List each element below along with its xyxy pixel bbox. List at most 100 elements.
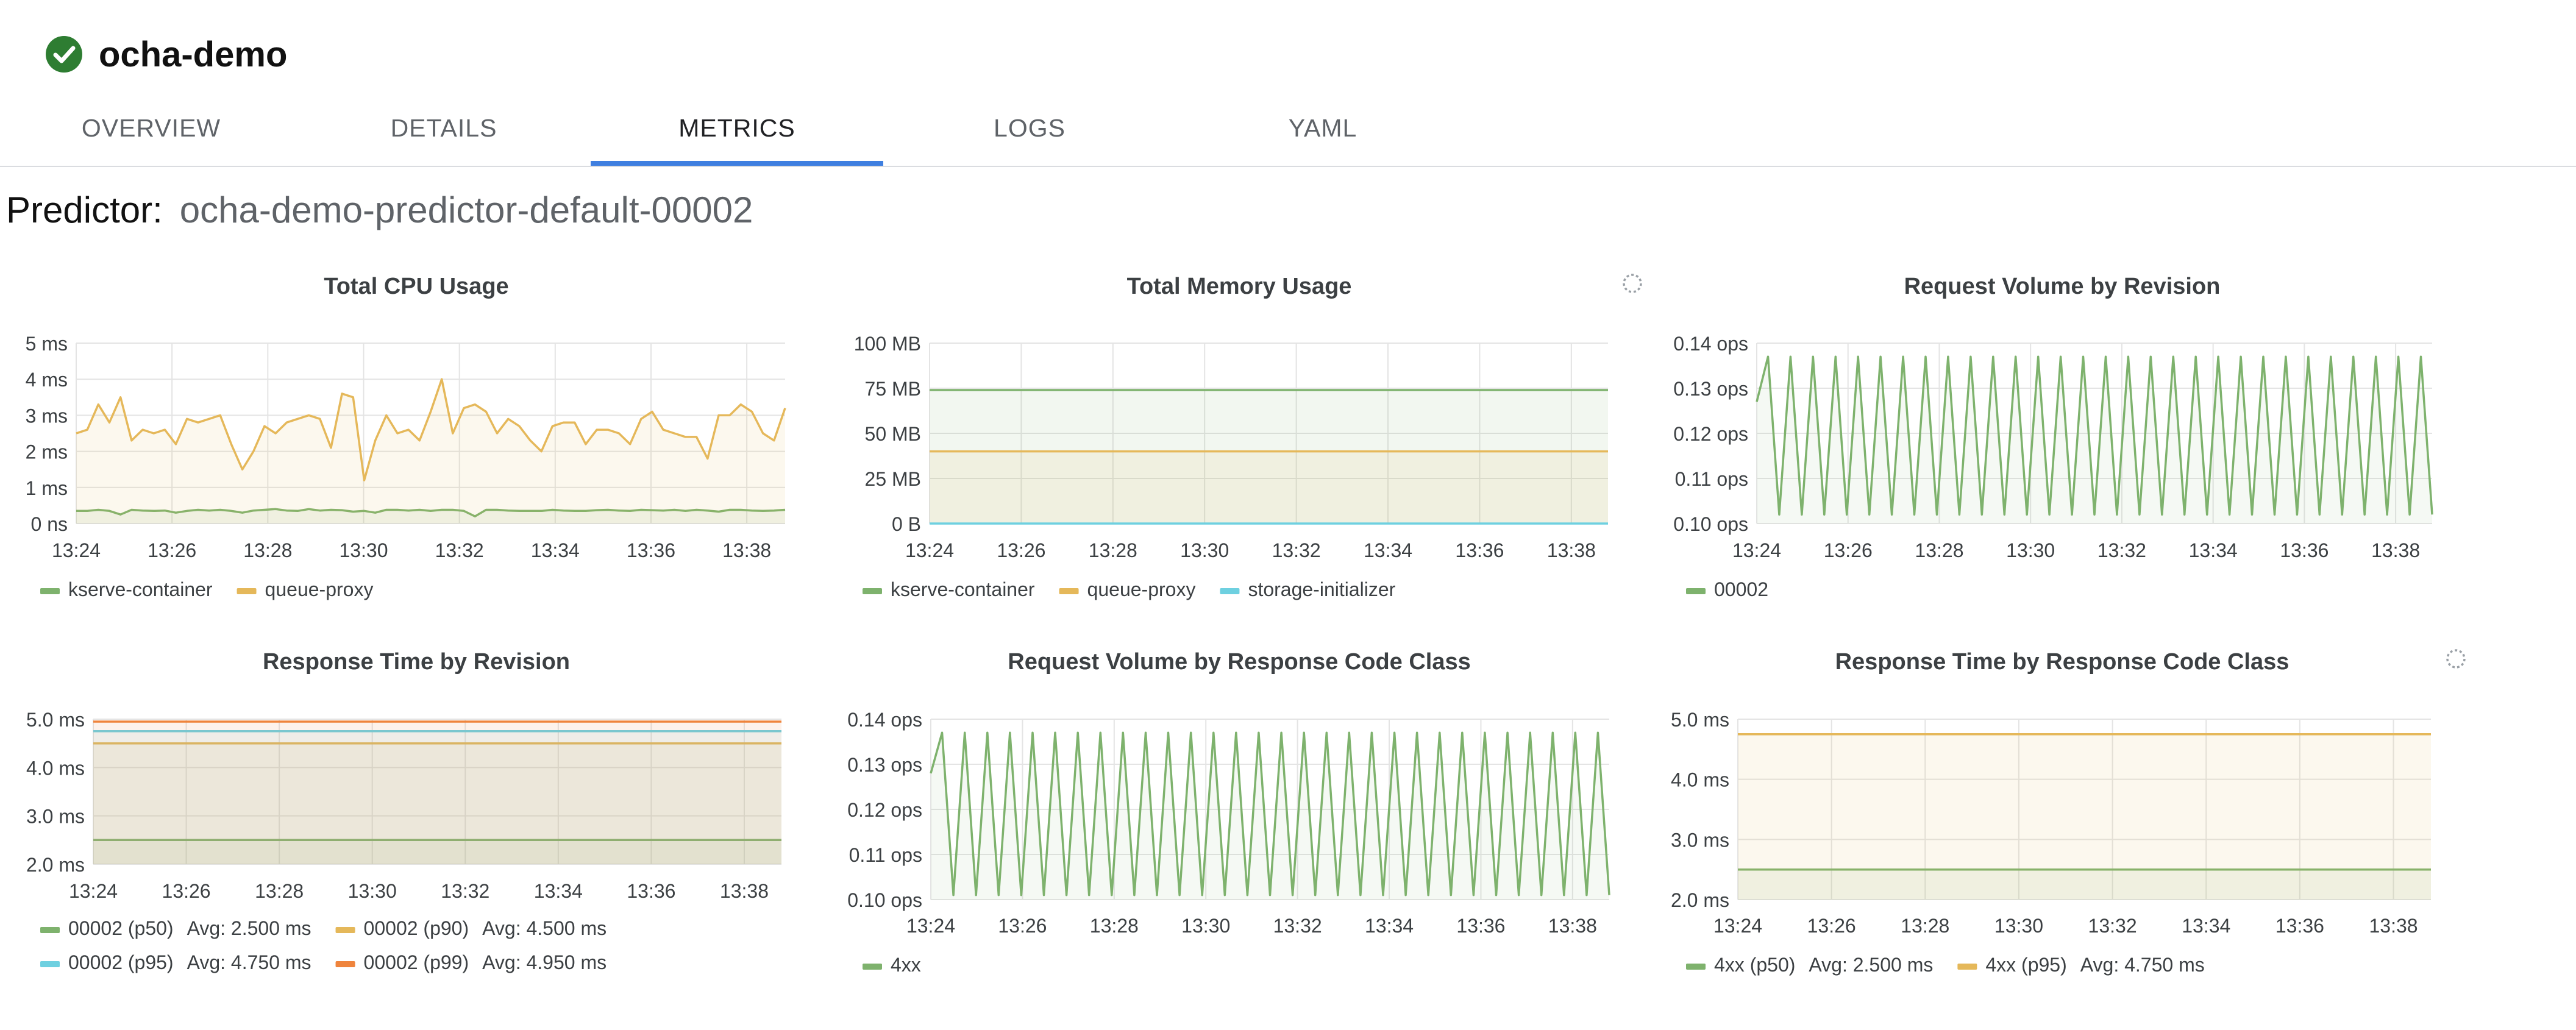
x-tick-label: 13:28	[1915, 539, 1963, 561]
x-tick-label: 13:36	[1456, 915, 1505, 937]
x-tick-label: 13:26	[162, 880, 211, 902]
legend-label: kserve-container	[68, 578, 213, 600]
legend-swatch	[40, 961, 60, 967]
series-area	[930, 451, 1608, 524]
legend-swatch	[1686, 588, 1706, 594]
y-tick-label: 2.0 ms	[26, 854, 85, 876]
y-tick-label: 0.13 ops	[1673, 378, 1748, 400]
y-tick-label: 100 MB	[854, 333, 921, 355]
x-tick-label: 13:32	[1272, 539, 1321, 561]
x-tick-label: 13:38	[722, 539, 771, 561]
y-tick-label: 5.0 ms	[1671, 709, 1729, 731]
legend-swatch	[1686, 964, 1706, 970]
y-tick-label: 3 ms	[26, 405, 68, 427]
chart-panel: Request Volume by Revision 0.10 ops 0.11 o…	[1673, 274, 2433, 600]
legend-swatch	[1957, 964, 1977, 970]
x-tick-label: 13:38	[720, 880, 769, 902]
x-tick-label: 13:38	[1548, 915, 1597, 937]
chart-title: Request Volume by Revision	[1904, 274, 2221, 299]
x-tick-label: 13:38	[2369, 915, 2418, 937]
x-tick-label: 13:28	[255, 880, 304, 902]
x-tick-label: 13:30	[348, 880, 397, 902]
chart-title: Response Time by Response Code Class	[1835, 649, 2290, 675]
legend-label: 00002 (p95)	[68, 951, 174, 973]
x-tick-label: 13:26	[997, 539, 1045, 561]
x-tick-label: 13:38	[2371, 539, 2420, 561]
x-tick-label: 13:24	[1732, 539, 1781, 561]
legend-label: queue-proxy	[1087, 578, 1196, 600]
x-tick-label: 13:36	[2275, 915, 2324, 937]
series-area	[76, 379, 785, 524]
x-tick-label: 13:34	[1365, 915, 1414, 937]
series-area	[1757, 357, 2432, 524]
chart-panel: Total Memory Usage 0 B 25 MB 50 MB 75 MB 100 …	[854, 274, 1608, 600]
x-tick-label: 13:34	[2189, 539, 2238, 561]
legend-label: 4xx (p50)	[1714, 954, 1795, 976]
chart-legend: kserve-container queue-proxy	[40, 578, 373, 600]
legend-label: 4xx	[891, 954, 921, 976]
x-tick-label: 13:36	[2280, 539, 2329, 561]
legend-avg: Avg: 2.500 ms	[187, 917, 311, 939]
y-tick-label: 0.11 ops	[849, 844, 922, 866]
legend-avg: Avg: 2.500 ms	[1809, 954, 1933, 976]
y-tick-label: 0.14 ops	[1673, 333, 1748, 355]
y-tick-label: 0.13 ops	[847, 754, 922, 776]
legend-swatch	[1220, 588, 1240, 594]
x-tick-label: 13:32	[441, 880, 489, 902]
x-tick-label: 13:26	[148, 539, 196, 561]
x-tick-label: 13:28	[1089, 539, 1137, 561]
chart-legend: 00002	[1686, 578, 1768, 600]
x-tick-label: 13:24	[69, 880, 118, 902]
legend-swatch	[335, 961, 355, 967]
x-tick-label: 13:30	[2006, 539, 2055, 561]
x-tick-label: 13:36	[627, 880, 675, 902]
legend-label: 4xx (p95)	[1985, 954, 2066, 976]
legend-swatch	[40, 927, 60, 933]
x-tick-label: 13:26	[1807, 915, 1856, 937]
y-tick-label: 50 MB	[865, 423, 921, 445]
y-tick-label: 0.11 ops	[1675, 468, 1748, 490]
x-tick-label: 13:32	[435, 539, 484, 561]
x-tick-label: 13:30	[1181, 915, 1230, 937]
series-area	[93, 722, 781, 864]
y-tick-label: 0.12 ops	[1673, 423, 1748, 445]
x-tick-label: 13:34	[531, 539, 580, 561]
chart-legend: 4xx (p50) Avg: 2.500 ms 4xx (p95) Avg: 4.75…	[1686, 954, 2205, 976]
legend-label: storage-initializer	[1248, 578, 1395, 600]
y-tick-label: 2 ms	[26, 441, 68, 463]
x-tick-label: 13:26	[1824, 539, 1873, 561]
chart-legend: 00002 (p50) Avg: 2.500 ms 00002 (p90) Avg: …	[40, 917, 607, 973]
y-tick-label: 0.12 ops	[847, 799, 922, 821]
x-tick-label: 13:24	[1713, 915, 1762, 937]
y-tick-label: 4 ms	[26, 369, 68, 391]
chart-title: Total Memory Usage	[1127, 274, 1352, 299]
y-tick-label: 1 ms	[26, 477, 68, 499]
y-tick-label: 0.14 ops	[847, 709, 922, 731]
series-area	[1738, 734, 2431, 900]
x-tick-label: 13:34	[2182, 915, 2230, 937]
y-tick-label: 3.0 ms	[26, 806, 85, 828]
chart-panel: Response Time by Revision 2.0 ms 3.0 ms 4.0…	[26, 649, 781, 973]
chart-title: Response Time by Revision	[263, 649, 570, 675]
legend-swatch	[237, 588, 257, 594]
y-tick-label: 0 B	[892, 513, 921, 535]
x-tick-label: 13:28	[1090, 915, 1139, 937]
y-tick-label: 0.10 ops	[1673, 513, 1748, 535]
metrics-charts: Total CPU Usage 0 ns 1 ms 2 ms 3 ms 4 ms 5 ms 1…	[26, 274, 2433, 976]
x-tick-label: 13:28	[1901, 915, 1949, 937]
legend-label: 00002 (p99)	[364, 951, 469, 973]
y-tick-label: 5 ms	[26, 333, 68, 355]
legend-swatch	[335, 927, 355, 933]
x-tick-label: 13:32	[2097, 539, 2146, 561]
legend-swatch	[40, 588, 60, 594]
legend-avg: Avg: 4.500 ms	[482, 917, 607, 939]
y-tick-label: 4.0 ms	[1671, 769, 1729, 791]
legend-label: queue-proxy	[265, 578, 374, 600]
x-tick-label: 13:32	[1273, 915, 1322, 937]
x-tick-label: 13:24	[906, 915, 955, 937]
loading-spinner-icon	[1623, 274, 1642, 293]
legend-label: kserve-container	[891, 578, 1035, 600]
chart-panel: Request Volume by Response Code Class 0.1…	[847, 649, 1610, 976]
y-tick-label: 25 MB	[865, 468, 921, 490]
legend-swatch	[1059, 588, 1079, 594]
